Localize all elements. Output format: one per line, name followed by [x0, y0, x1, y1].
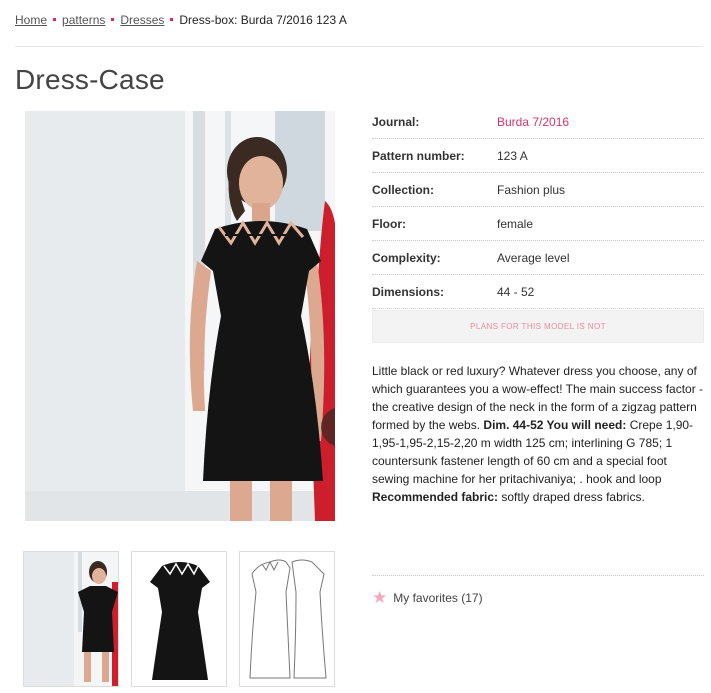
- spec-value: Fashion plus: [497, 182, 566, 197]
- breadcrumb-patterns[interactable]: patterns: [62, 13, 105, 27]
- spec-row-floor: Floor: female: [372, 207, 704, 241]
- requirements-label: Dim. 44-52 You will need:: [483, 418, 627, 432]
- spec-label: Floor:: [372, 216, 406, 231]
- favorites-divider: [372, 575, 704, 576]
- spec-label: Journal:: [372, 114, 420, 129]
- thumbnail-dress-front[interactable]: [131, 551, 227, 687]
- spec-label: Collection:: [372, 182, 434, 197]
- breadcrumb-separator: [53, 18, 57, 22]
- breadcrumb: Home patterns Dresses Dress-box: Burda 7/20…: [15, 13, 347, 27]
- spec-row-journal: Journal: Burda 7/2016: [372, 105, 704, 139]
- favorites-label: My favorites (17): [393, 590, 483, 605]
- favorites-button[interactable]: ★ My favorites (17): [372, 589, 483, 606]
- breadcrumb-separator: [111, 18, 115, 22]
- main-product-photo[interactable]: [25, 111, 335, 521]
- product-description: Little black or red luxury? Whatever dre…: [372, 362, 704, 506]
- breadcrumb-dresses[interactable]: Dresses: [120, 13, 164, 27]
- spec-row-collection: Collection: Fashion plus: [372, 173, 704, 207]
- spec-value: Average level: [497, 250, 570, 265]
- breadcrumb-separator: [170, 18, 174, 22]
- spec-label: Pattern number:: [372, 148, 465, 163]
- spec-label: Dimensions:: [372, 284, 445, 299]
- spec-row-pattern-number: Pattern number: 123 A: [372, 139, 704, 173]
- page-title: Dress-Case: [15, 64, 165, 95]
- fabric-text: softly draped dress fabrics.: [501, 490, 645, 504]
- plans-notice: PLANS FOR THIS MODEL IS NOT: [372, 310, 704, 343]
- star-icon: ★: [372, 588, 388, 607]
- thumbnail-technical-drawing[interactable]: [239, 551, 335, 687]
- breadcrumb-current: Dress-box: Burda 7/2016 123 A: [179, 13, 347, 27]
- spec-value: 44 - 52: [497, 284, 535, 299]
- spec-value: 123 A: [497, 148, 528, 163]
- spec-row-dimensions: Dimensions: 44 - 52: [372, 275, 704, 309]
- thumbnail-model-photo[interactable]: [23, 551, 119, 687]
- spec-row-complexity: Complexity: Average level: [372, 241, 704, 275]
- journal-link[interactable]: Burda 7/2016: [497, 115, 569, 129]
- header-divider: [15, 46, 703, 47]
- breadcrumb-home[interactable]: Home: [15, 13, 47, 27]
- spec-table: Journal: Burda 7/2016 Pattern number: 12…: [372, 105, 704, 343]
- spec-label: Complexity:: [372, 250, 441, 265]
- fabric-label: Recommended fabric:: [372, 490, 499, 504]
- spec-value: female: [497, 216, 534, 231]
- chevron-right-icon: [334, 417, 335, 437]
